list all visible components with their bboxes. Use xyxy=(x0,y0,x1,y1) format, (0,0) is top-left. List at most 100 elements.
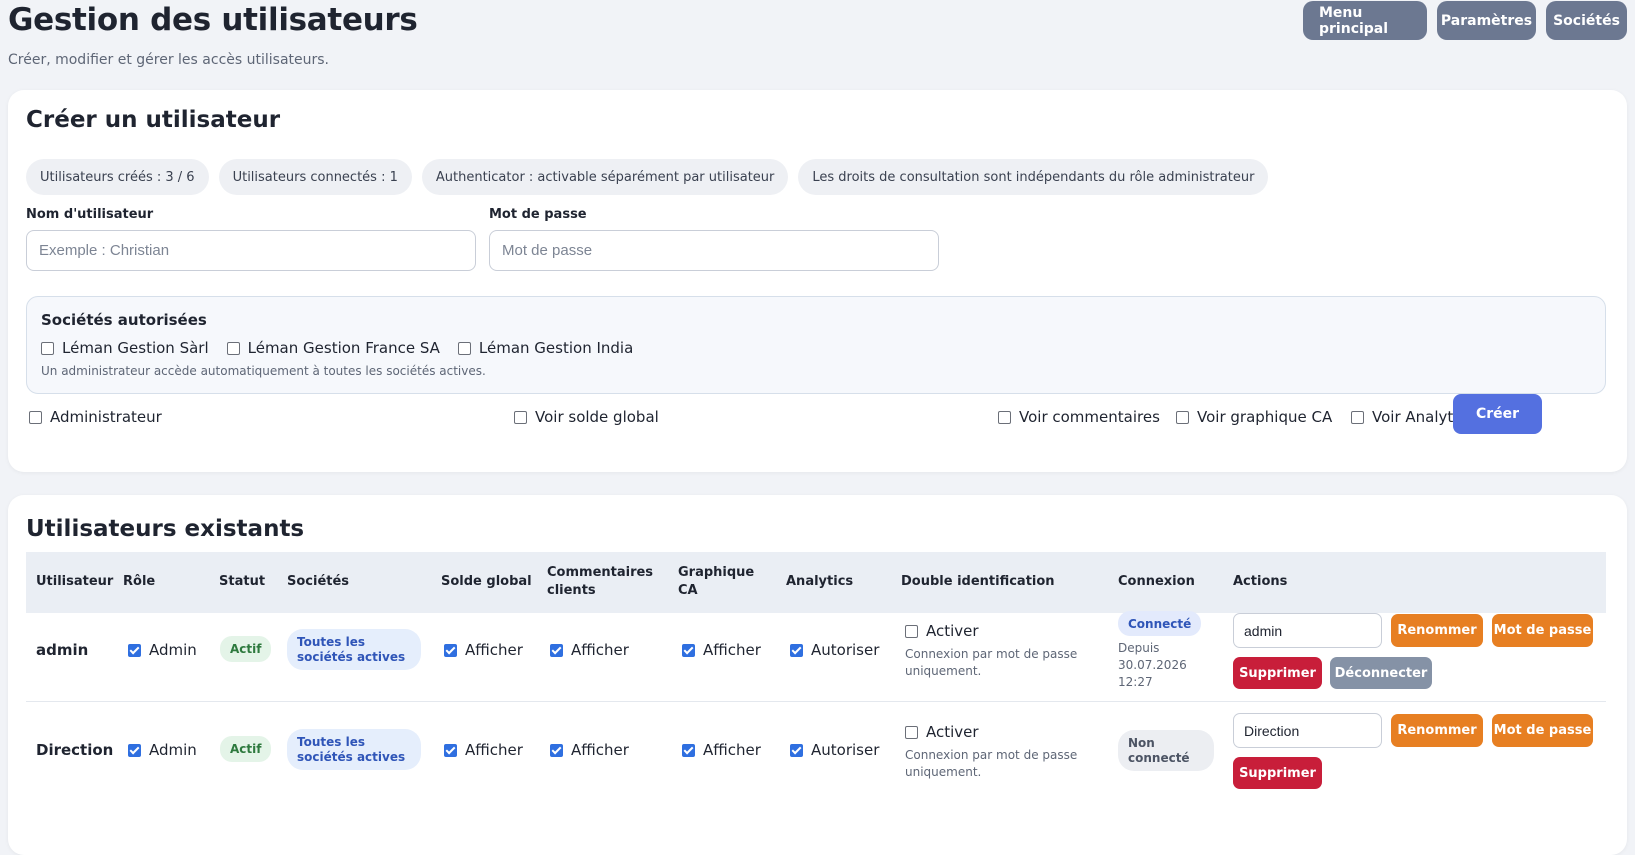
companies-badge: Toutes les sociétés actives xyxy=(287,729,421,770)
col-chart: Graphique CA xyxy=(678,565,755,598)
balance-label: Afficher xyxy=(465,741,523,759)
company-label: Léman Gestion Sàrl xyxy=(62,339,209,357)
chart-checkbox[interactable] xyxy=(1176,410,1189,424)
connection-since: Depuis 30.07.2026 12:27 xyxy=(1118,641,1187,689)
analytics-option[interactable]: Autoriser xyxy=(790,641,879,659)
company-option[interactable]: Léman Gestion France SA xyxy=(226,339,440,357)
analytics-checkbox[interactable] xyxy=(790,743,803,757)
password-button[interactable]: Mot de passe xyxy=(1492,614,1593,647)
user-name: Direction xyxy=(36,741,114,759)
balance-option[interactable]: Afficher xyxy=(444,741,523,759)
connection-badge: Non connecté xyxy=(1118,730,1214,771)
page: Gestion des utilisateurs Créer, modifier… xyxy=(0,0,1635,855)
companies-badge: Toutes les sociétés actives xyxy=(287,629,421,670)
col-comments: Commentaires clients xyxy=(547,565,654,598)
col-status: Statut xyxy=(219,574,266,589)
status-badge: Actif xyxy=(220,636,272,662)
comments-label: Afficher xyxy=(571,741,629,759)
col-role: Rôle xyxy=(123,574,156,589)
global-balance-checkbox[interactable] xyxy=(514,410,527,424)
page-title: Gestion des utilisateurs xyxy=(8,2,418,38)
comments-checkbox[interactable] xyxy=(550,643,563,657)
user-name: admin xyxy=(36,641,89,659)
global-balance-label: Voir solde global xyxy=(535,408,659,426)
rename-button[interactable]: Renommer xyxy=(1391,614,1483,647)
create-button[interactable]: Créer xyxy=(1453,394,1542,434)
col-twofa: Double identification xyxy=(901,574,1055,589)
col-user: Utilisateur xyxy=(36,574,114,589)
rename-button[interactable]: Renommer xyxy=(1391,714,1483,747)
connection-badge: Connecté xyxy=(1118,611,1202,636)
users-connected-pill: Utilisateurs connectés : 1 xyxy=(218,159,412,195)
twofa-option[interactable]: Activer xyxy=(905,723,979,741)
global-balance-option[interactable]: Voir solde global xyxy=(514,408,659,426)
company-label: Léman Gestion India xyxy=(478,339,634,357)
top-nav: Menu principal Paramètres Sociétés xyxy=(1303,1,1627,40)
col-connection: Connexion xyxy=(1118,574,1195,589)
twofa-checkbox[interactable] xyxy=(905,624,918,638)
twofa-label: Activer xyxy=(926,723,979,741)
chart-checkbox[interactable] xyxy=(682,743,695,757)
companies-button[interactable]: Sociétés xyxy=(1546,1,1627,40)
comments-option[interactable]: Afficher xyxy=(550,641,629,659)
analytics-checkbox[interactable] xyxy=(790,643,803,657)
admin-checkbox[interactable] xyxy=(29,410,42,424)
analytics-option[interactable]: Autoriser xyxy=(790,741,879,759)
admin-option[interactable]: Administrateur xyxy=(29,408,162,426)
role-option[interactable]: Admin xyxy=(128,641,197,659)
companies-note: Un administrateur accède automatiquement… xyxy=(41,364,486,378)
chart-checkbox[interactable] xyxy=(682,643,695,657)
users-card: Utilisateurs existants Utilisateur Rôle … xyxy=(8,495,1627,855)
role-label: Admin xyxy=(149,741,197,759)
chart-label: Afficher xyxy=(703,641,761,659)
comments-checkbox[interactable] xyxy=(998,410,1011,424)
role-checkbox[interactable] xyxy=(128,643,141,657)
role-checkbox[interactable] xyxy=(128,743,141,757)
companies-box: Sociétés autorisées Léman Gestion Sàrl L… xyxy=(26,296,1606,394)
balance-checkbox[interactable] xyxy=(444,743,457,757)
twofa-checkbox[interactable] xyxy=(905,725,918,739)
password-label: Mot de passe xyxy=(489,207,587,222)
balance-label: Afficher xyxy=(465,641,523,659)
chart-option[interactable]: Afficher xyxy=(682,641,761,659)
company-checkbox[interactable] xyxy=(226,341,240,355)
main-menu-button[interactable]: Menu principal xyxy=(1303,1,1427,40)
chart-label: Afficher xyxy=(703,741,761,759)
analytics-label: Autoriser xyxy=(811,741,880,759)
balance-checkbox[interactable] xyxy=(444,643,457,657)
password-input[interactable] xyxy=(489,230,939,271)
comments-option[interactable]: Voir commentaires xyxy=(998,408,1160,426)
twofa-label: Activer xyxy=(926,622,979,640)
role-option[interactable]: Admin xyxy=(128,741,197,759)
role-label: Admin xyxy=(149,641,197,659)
users-created-pill: Utilisateurs créés : 3 / 6 xyxy=(26,159,209,195)
rename-input[interactable] xyxy=(1233,713,1382,748)
delete-button[interactable]: Supprimer xyxy=(1233,757,1322,789)
twofa-option[interactable]: Activer xyxy=(905,622,979,640)
create-user-card: Créer un utilisateur Utilisateurs créés … xyxy=(8,90,1627,472)
company-checkbox[interactable] xyxy=(41,341,54,355)
password-button[interactable]: Mot de passe xyxy=(1492,714,1593,747)
company-option[interactable]: Léman Gestion India xyxy=(457,339,634,357)
comments-checkbox[interactable] xyxy=(550,743,563,757)
col-actions: Actions xyxy=(1233,574,1288,589)
comments-label: Afficher xyxy=(571,641,629,659)
companies-list: Léman Gestion Sàrl Léman Gestion France … xyxy=(41,339,633,357)
col-balance: Solde global xyxy=(441,574,532,589)
company-checkbox[interactable] xyxy=(457,341,471,355)
authenticator-pill: Authenticator : activable séparément par… xyxy=(421,159,789,195)
analytics-checkbox[interactable] xyxy=(1351,410,1364,424)
chart-option[interactable]: Voir graphique CA xyxy=(1176,408,1332,426)
comments-option[interactable]: Afficher xyxy=(550,741,629,759)
chart-option[interactable]: Afficher xyxy=(682,741,761,759)
company-option[interactable]: Léman Gestion Sàrl xyxy=(41,339,209,357)
username-input[interactable] xyxy=(26,230,476,271)
analytics-label: Autoriser xyxy=(811,641,880,659)
admin-label: Administrateur xyxy=(50,408,162,426)
balance-option[interactable]: Afficher xyxy=(444,641,523,659)
delete-button[interactable]: Supprimer xyxy=(1233,657,1322,689)
rename-input[interactable] xyxy=(1233,613,1382,648)
row-divider xyxy=(26,701,1606,702)
disconnect-button[interactable]: Déconnecter xyxy=(1330,657,1432,689)
settings-button[interactable]: Paramètres xyxy=(1437,1,1536,40)
